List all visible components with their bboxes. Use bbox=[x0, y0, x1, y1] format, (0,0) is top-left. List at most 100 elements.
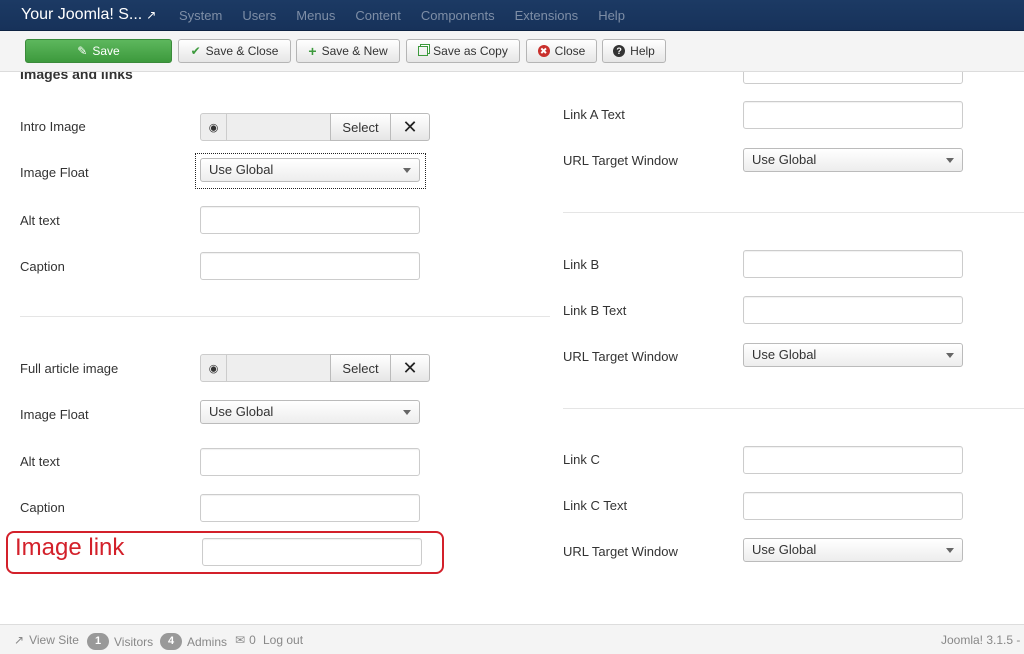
external-link-icon: ↗ bbox=[14, 633, 25, 647]
logout-label: Log out bbox=[263, 633, 304, 647]
full-image-clear-icon[interactable]: ✕ bbox=[391, 354, 430, 382]
view-site-label: View Site bbox=[29, 633, 79, 647]
url-target-b-label: URL Target Window bbox=[563, 349, 678, 364]
menu-content[interactable]: Content bbox=[355, 8, 401, 23]
divider bbox=[563, 212, 1024, 213]
link-b-field[interactable] bbox=[743, 250, 963, 278]
full-article-image-label: Full article image bbox=[20, 361, 119, 376]
main-menu: System Users Menus Content Components Ex… bbox=[179, 8, 645, 23]
link-c-text-field[interactable] bbox=[743, 492, 963, 520]
close-button[interactable]: ✖ Close bbox=[526, 39, 597, 63]
help-label: Help bbox=[630, 44, 655, 58]
divider bbox=[20, 316, 550, 317]
help-button[interactable]: ? Help bbox=[602, 39, 666, 63]
logout-link[interactable]: Log out bbox=[263, 633, 303, 647]
full-image-float-value: Use Global bbox=[209, 404, 274, 419]
full-image-select-button[interactable]: Select bbox=[330, 354, 391, 382]
top-navbar: Your Joomla! S... ↗ System Users Menus Co… bbox=[0, 0, 1024, 31]
url-target-a-value: Use Global bbox=[752, 152, 817, 167]
save-button[interactable]: ✎ Save bbox=[25, 39, 172, 63]
intro-image-media-field: ◉ Select ✕ bbox=[200, 113, 430, 141]
intro-image-label: Intro Image bbox=[20, 119, 86, 134]
status-bar: ↗ View Site 1 Visitors 4 Admins ✉ 0 Log … bbox=[0, 624, 1024, 654]
site-brand-label: Your Joomla! S... bbox=[21, 6, 143, 23]
edit-icon: ✎ bbox=[77, 44, 88, 58]
preview-eye-icon[interactable]: ◉ bbox=[200, 113, 227, 141]
link-c-field[interactable] bbox=[743, 446, 963, 474]
plus-icon: + bbox=[308, 43, 317, 59]
link-a-field[interactable] bbox=[743, 72, 963, 84]
section-title: Images and links bbox=[20, 72, 133, 82]
menu-menus[interactable]: Menus bbox=[296, 8, 335, 23]
view-site-link[interactable]: ↗ View Site bbox=[14, 633, 79, 647]
article-images-links-panel: Images and links Intro Image ◉ Select ✕ … bbox=[0, 72, 1024, 624]
link-b-label: Link B bbox=[563, 257, 600, 272]
external-link-icon: ↗ bbox=[146, 8, 157, 22]
messages-count: 0 bbox=[249, 633, 256, 647]
link-a-text-field[interactable] bbox=[743, 101, 963, 129]
url-target-b-select[interactable]: Use Global bbox=[743, 343, 963, 367]
site-brand-link[interactable]: Your Joomla! S... ↗ bbox=[21, 6, 156, 24]
save-new-button[interactable]: + Save & New bbox=[296, 39, 400, 63]
chevron-down-icon bbox=[403, 410, 411, 415]
close-label: Close bbox=[554, 44, 586, 58]
save-new-label: Save & New bbox=[321, 44, 388, 58]
save-label: Save bbox=[92, 44, 120, 58]
link-b-text-label: Link B Text bbox=[563, 303, 627, 318]
link-b-text-field[interactable] bbox=[743, 296, 963, 324]
visitors-label: Visitors bbox=[114, 634, 154, 649]
intro-image-float-value: Use Global bbox=[209, 162, 274, 177]
chevron-down-icon bbox=[946, 353, 954, 358]
version-text: Joomla! 3.1.5 - bbox=[941, 633, 1021, 647]
toolbar: ✎ Save ✔ Save & Close + Save & New Save … bbox=[0, 31, 1024, 72]
menu-extensions[interactable]: Extensions bbox=[515, 8, 579, 23]
url-target-a-select[interactable]: Use Global bbox=[743, 148, 963, 172]
save-close-label: Save & Close bbox=[205, 44, 279, 58]
cancel-icon: ✖ bbox=[537, 45, 550, 57]
check-icon: ✔ bbox=[190, 44, 201, 58]
copy-icon bbox=[418, 46, 429, 56]
save-close-button[interactable]: ✔ Save & Close bbox=[178, 39, 291, 63]
intro-image-path-field bbox=[227, 113, 330, 141]
full-image-float-select[interactable]: Use Global bbox=[200, 400, 420, 424]
chevron-down-icon bbox=[946, 158, 954, 163]
preview-eye-icon[interactable]: ◉ bbox=[200, 354, 227, 382]
full-caption-field[interactable] bbox=[200, 494, 420, 522]
chevron-down-icon bbox=[403, 168, 411, 173]
full-alt-text-field[interactable] bbox=[200, 448, 420, 476]
visitors-indicator: 1 Visitors bbox=[87, 633, 153, 650]
url-target-c-select[interactable]: Use Global bbox=[743, 538, 963, 562]
alt-text-label: Alt text bbox=[20, 213, 60, 228]
chevron-down-icon bbox=[946, 548, 954, 553]
visitors-count-badge: 1 bbox=[87, 633, 109, 650]
intro-caption-field[interactable] bbox=[200, 252, 420, 280]
caption-label: Caption bbox=[20, 259, 65, 274]
full-alt-text-label: Alt text bbox=[20, 454, 60, 469]
intro-image-clear-icon[interactable]: ✕ bbox=[391, 113, 430, 141]
menu-help[interactable]: Help bbox=[598, 8, 625, 23]
intro-image-float-select[interactable]: Use Global bbox=[200, 158, 420, 182]
question-icon: ? bbox=[613, 45, 626, 57]
messages-indicator[interactable]: ✉ 0 bbox=[235, 633, 256, 647]
mail-icon: ✉ bbox=[235, 633, 246, 647]
url-target-a-label: URL Target Window bbox=[563, 153, 678, 168]
full-image-float-label: Image Float bbox=[20, 407, 89, 422]
image-link-field[interactable] bbox=[202, 538, 422, 566]
annotation-label: Image link bbox=[15, 534, 125, 561]
link-c-label: Link C bbox=[563, 452, 600, 467]
intro-image-select-button[interactable]: Select bbox=[330, 113, 391, 141]
full-image-path-field bbox=[227, 354, 330, 382]
menu-components[interactable]: Components bbox=[421, 8, 495, 23]
admins-label: Admins bbox=[187, 634, 228, 649]
menu-users[interactable]: Users bbox=[242, 8, 276, 23]
url-target-c-label: URL Target Window bbox=[563, 544, 678, 559]
menu-system[interactable]: System bbox=[179, 8, 222, 23]
link-a-text-label: Link A Text bbox=[563, 107, 625, 122]
full-caption-label: Caption bbox=[20, 500, 65, 515]
full-image-media-field: ◉ Select ✕ bbox=[200, 354, 430, 382]
divider bbox=[563, 408, 1024, 409]
intro-alt-text-field[interactable] bbox=[200, 206, 420, 234]
admins-count-badge: 4 bbox=[160, 633, 182, 650]
image-float-label: Image Float bbox=[20, 165, 89, 180]
save-as-copy-button[interactable]: Save as Copy bbox=[406, 39, 520, 63]
